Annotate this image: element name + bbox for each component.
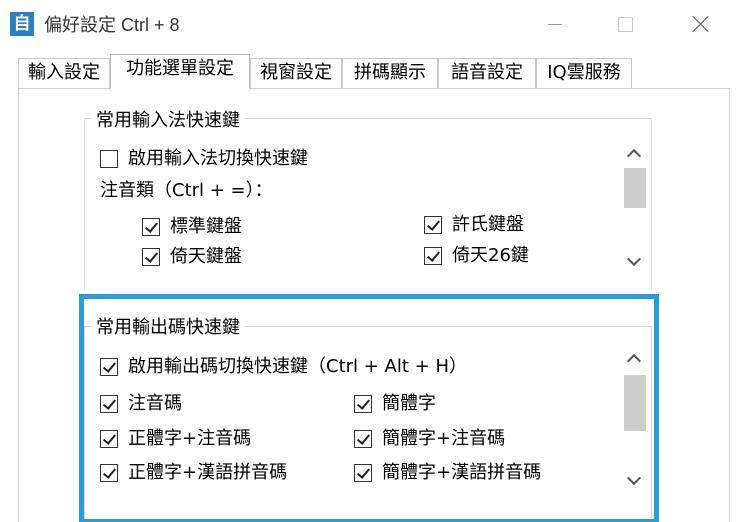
scroll-down-icon[interactable] [620, 248, 648, 276]
group1-scrollbar[interactable] [620, 140, 648, 276]
tab-window-settings[interactable]: 視窗設定 [250, 58, 342, 88]
tab-spelling-display[interactable]: 拼碼顯示 [342, 58, 438, 88]
tab-function-menu-settings[interactable]: 功能選單設定 [110, 54, 250, 89]
tab-iq-cloud-service[interactable]: IQ雲服務 [536, 58, 632, 88]
checkbox-label: 許氏鍵盤 [452, 214, 524, 235]
checkbox-label: 標準鍵盤 [170, 216, 242, 237]
title-bar: 自 偏好設定 Ctrl + 8 [0, 0, 740, 48]
checkbox-box[interactable] [142, 248, 160, 266]
input-method-hotkeys-legend: 常用輸入法快速鍵 [92, 106, 244, 132]
checkbox-label: 倚天鍵盤 [170, 246, 242, 267]
scroll-up-icon[interactable] [620, 140, 648, 168]
tab-input-settings[interactable]: 輸入設定 [18, 58, 110, 88]
checkbox-box[interactable] [142, 218, 160, 236]
app-icon: 自 [10, 12, 34, 36]
checkbox-label: 啟用輸入法切換快速鍵 [128, 148, 308, 169]
highlight-frame [79, 294, 659, 522]
checkbox-label: 倚天26鍵 [452, 245, 529, 266]
scroll-thumb[interactable] [624, 168, 646, 208]
checkbox-box[interactable] [424, 216, 442, 234]
checkbox-box[interactable] [424, 247, 442, 265]
close-button[interactable] [676, 8, 726, 40]
window-title: 偏好設定 Ctrl + 8 [44, 15, 180, 35]
tab-strip: 輸入設定 功能選單設定 視窗設定 拼碼顯示 語音設定 IQ雲服務 [0, 54, 740, 90]
zhuyin-heading: 注音類（Ctrl + =）： [100, 180, 273, 201]
maximize-button[interactable] [600, 8, 650, 40]
minimize-button[interactable] [530, 8, 580, 40]
tab-voice-settings[interactable]: 語音設定 [438, 58, 536, 88]
checkbox-box[interactable] [100, 150, 118, 168]
